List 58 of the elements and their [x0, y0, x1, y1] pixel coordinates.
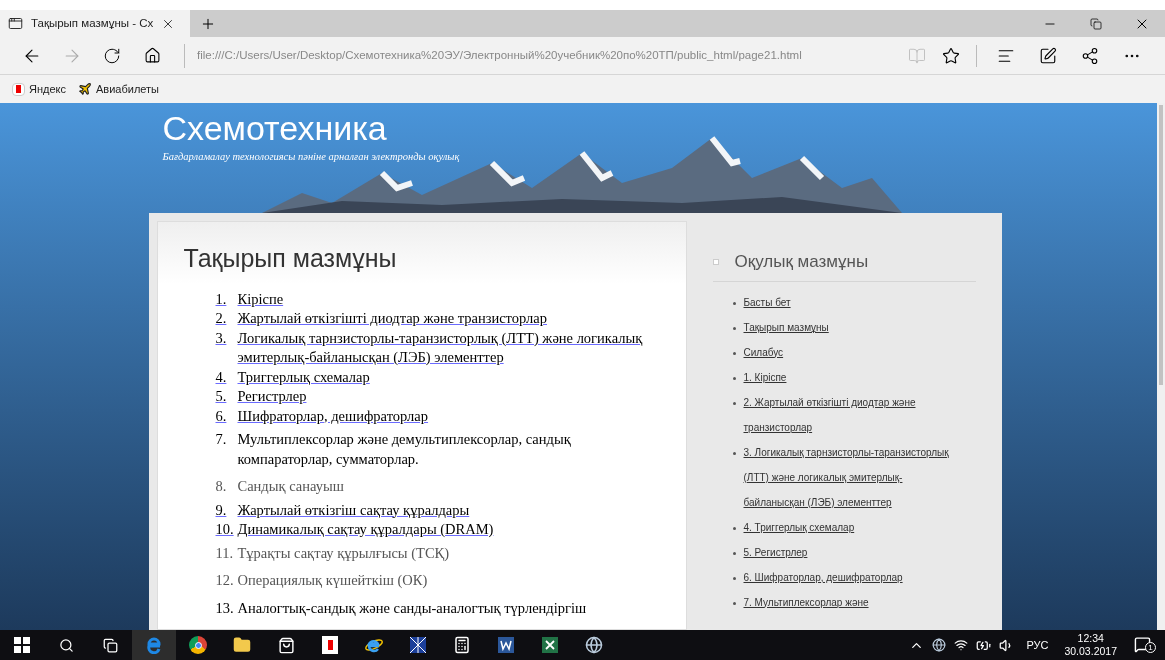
chapter-item: 13. Аналогтық-сандық және санды-аналогтық түрлендіргіш	[215, 598, 588, 618]
bullet-icon	[732, 351, 736, 355]
chapter-link[interactable]: 1. Кіріспе	[215, 289, 666, 309]
chapter-link[interactable]: 10. Динамикалық сақтау құралдары (DRAM)	[215, 520, 666, 540]
chapter-link[interactable]: 2. Жартылай өткізгішті диодтар және транзисторлар	[215, 309, 666, 329]
note-icon[interactable]	[1039, 46, 1057, 65]
sidebar-link[interactable]: 2. Жартылай өткізгішті диодтар және транзисторлар	[743, 389, 956, 440]
sidebar-link[interactable]: 1. Кіріспе	[743, 364, 787, 390]
sidebar-link[interactable]: 5. Регистрлер	[743, 539, 808, 565]
bullet-icon	[732, 601, 736, 605]
chapter-link[interactable]: 4. Триггерлық схемалар	[215, 367, 666, 387]
bullet-icon	[732, 376, 736, 380]
yandex-logo-icon	[12, 82, 25, 96]
chapter-item: 12. Операциялық күшейткіш (ОК)	[215, 571, 429, 590]
bookmark-link[interactable]: Авиабилеты	[78, 80, 159, 98]
restore-icon[interactable]	[1090, 17, 1102, 30]
edge-browser-icon[interactable]	[132, 630, 176, 660]
network-icon[interactable]	[954, 638, 969, 652]
page-heading: Тақырып мазмұны	[183, 243, 398, 274]
chapter-item: 8. Сандық санауыш	[215, 477, 345, 496]
notification-icon[interactable]	[1134, 635, 1152, 653]
bullet-icon	[732, 526, 736, 530]
notification-count: 1	[1145, 641, 1156, 653]
bullet-icon	[732, 326, 736, 330]
clock[interactable]: 12:34 30.03.2017	[1064, 632, 1117, 658]
chapter-link[interactable]: 3. Логикалық тарнзисторлы-таранзисторлық (ЛТТ) және логикалық эмитерлық-байланысқан (ЛЭБ) элементтер	[215, 328, 666, 368]
bullet-icon	[732, 551, 736, 555]
home-icon[interactable]	[143, 47, 161, 64]
site-subtitle: Бағдарламалау технологиясы пәніне арналған электронды оқулық	[162, 150, 461, 164]
page-icon	[8, 16, 23, 31]
bookmark-link[interactable]: Яндекс	[12, 80, 66, 98]
chapter-link[interactable]: 6. Шифраторлар, дешифраторлар	[215, 406, 666, 426]
favorite-star-icon[interactable]	[942, 46, 960, 65]
sidebar-link[interactable]: 6. Шифраторлар, дешифраторлар	[743, 564, 903, 590]
sidebar-link[interactable]: Тақырып мазмұны	[743, 314, 829, 340]
bullet-icon	[732, 451, 736, 455]
browser-tab[interactable]: Тақырып мазмұны - Сх	[0, 10, 190, 37]
chapter-link[interactable]: 9. Жартылай өткізгіш сақтау құралдары	[215, 500, 666, 520]
chapter-item: 11. Тұрақты сақтау құрылғысы (ТСҚ)	[215, 543, 451, 563]
sidebar-link[interactable]: 7. Мультиплексорлар және	[743, 589, 869, 615]
bullet-icon	[732, 301, 736, 305]
refresh-icon[interactable]	[103, 46, 121, 65]
chapter-item: 7. Мультиплексорлар және демультиплексорлар, сандық компараторлар, сумматорлар.	[215, 430, 572, 469]
globe-icon[interactable]	[932, 638, 947, 652]
bullet-icon	[712, 258, 719, 265]
language-indicator[interactable]: РУС	[1026, 636, 1049, 654]
bullet-icon	[732, 401, 736, 405]
scrollbar[interactable]	[1157, 103, 1165, 630]
share-icon[interactable]	[1081, 46, 1099, 65]
sidebar-link[interactable]: Басты бет	[743, 289, 791, 315]
sidebar-link[interactable]: Силабус	[743, 339, 784, 365]
plane-icon	[78, 82, 92, 96]
sidebar-link[interactable]: 4. Триггерлық схемалар	[743, 514, 855, 540]
sidebar-heading: Оқулық мазмұны	[734, 251, 869, 273]
bullet-icon	[732, 576, 736, 580]
chapter-link[interactable]: 5. Регистрлер	[215, 387, 666, 407]
sidebar-link[interactable]: 3. Логикалық тарнзисторлы-таранзисторлық (ЛТТ) және логикалық эмитерлық-байланысқан (ЛЭБ) элементтер	[743, 439, 956, 515]
site-title: Схемотехника	[162, 108, 388, 149]
